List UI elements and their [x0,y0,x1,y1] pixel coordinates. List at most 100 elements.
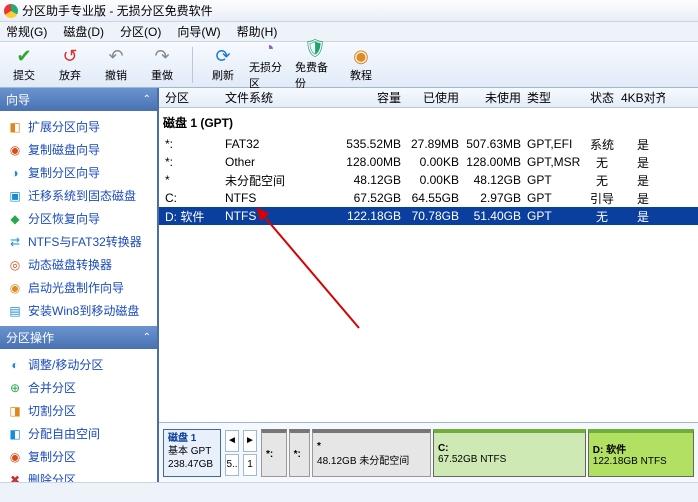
sidebar-item-icon: ◐ [8,358,22,372]
menu-item[interactable]: 分区(O) [120,23,161,40]
partition-table: 磁盘 1 (GPT) *:FAT32535.52MB27.89MB507.63M… [159,108,698,422]
table-row[interactable]: *未分配空间48.12GB0.00KB48.12GBGPT无是 [159,171,698,189]
toolbar-button[interactable]: ⟳刷新 [203,43,243,87]
segment-detail: 67.52GB NTFS [438,454,581,465]
table-cell: GPT,EFI [527,137,583,151]
diskmap-header[interactable]: 磁盘 1 基本 GPT 238.47GB [163,429,221,477]
table-cell: 0.00KB [407,155,465,169]
sidebar-item[interactable]: ◧分配自由空间 [0,422,157,445]
table-row[interactable]: C:NTFS67.52GB64.55GB2.97GBGPT引导是 [159,189,698,207]
sidebar-item-icon: ▣ [8,189,22,203]
segment-name: *: [266,449,282,460]
table-row[interactable]: *:FAT32535.52MB27.89MB507.63MBGPT,EFI系统是 [159,135,698,153]
diskmap-segment[interactable]: *: [289,429,310,477]
toolbar-button[interactable]: 🛡免费备份 [295,43,335,87]
toolbar-label: 撤销 [105,67,127,83]
table-cell: FAT32 [225,137,345,151]
column-header-cell[interactable]: 已使用 [407,89,465,106]
menu-item[interactable]: 磁盘(D) [63,23,104,40]
toolbar-button[interactable]: ◉教程 [341,43,381,87]
toolbar-icon: ◔ [264,39,275,57]
table-cell: NTFS [225,191,345,205]
table-cell: 无 [583,172,621,189]
toolbar-icon: ↷ [154,47,169,65]
sidebar-item[interactable]: ▣迁移系统到固态磁盘 [0,184,157,207]
table-cell: 是 [621,190,665,207]
table-cell: * [159,173,225,187]
segment-name: D: 软件 [593,441,689,456]
table-cell: *: [159,155,225,169]
sidebar-item[interactable]: ◑复制分区向导 [0,161,157,184]
sidebar-item[interactable]: ▤安装Win8到移动磁盘 [0,299,157,322]
sidebar-item-label: 复制分区 [28,448,76,465]
toolbar-icon: ⟳ [215,47,230,65]
table-cell: 引导 [583,190,621,207]
segment-detail: 122.18GB NTFS [593,456,689,467]
sidebar-item[interactable]: ◉启动光盘制作向导 [0,276,157,299]
diskmap-segment[interactable]: D: 软件122.18GB NTFS [588,429,694,477]
table-cell: NTFS [225,209,345,223]
toolbar-button[interactable]: ✔提交 [4,43,44,87]
column-header: 分区文件系统容量已使用未使用类型状态4KB对齐 [159,88,698,108]
diskmap-zoom[interactable]: 5.. [225,454,239,476]
sidebar-item[interactable]: ⊕合并分区 [0,376,157,399]
diskmap-segment[interactable]: *48.12GB 未分配空间 [312,429,431,477]
toolbar-button[interactable]: ◔无损分区 [249,43,289,87]
column-header-cell[interactable]: 类型 [527,89,583,106]
table-cell: *: [159,137,225,151]
table-cell: GPT [527,209,583,223]
diskmap-disk-title: 磁盘 1 [168,432,216,445]
diskmap-segment[interactable]: C:67.52GB NTFS [433,429,586,477]
column-header-cell[interactable]: 容量 [345,89,407,106]
sidebar-item-label: 分区恢复向导 [28,210,100,227]
sidebar-item[interactable]: ◎动态磁盘转换器 [0,253,157,276]
sidebar-item-icon: ⊕ [8,381,22,395]
table-cell: 48.12GB [345,173,407,187]
sidebar-item[interactable]: ◆分区恢复向导 [0,207,157,230]
diskmap-fit[interactable]: 1 [243,454,257,476]
segment-name: * [317,441,426,452]
toolbar-button[interactable]: ↺放弃 [50,43,90,87]
column-header-cell[interactable]: 4KB对齐 [621,89,665,106]
table-cell: 122.18GB [345,209,407,223]
sidebar-item[interactable]: ⇄NTFS与FAT32转换器 [0,230,157,253]
toolbar-label: 提交 [13,67,35,83]
panel-title: 分区操作 [6,329,54,346]
panel-header[interactable]: 向导⌃ [0,88,157,111]
table-cell: 是 [621,208,665,225]
panel-header[interactable]: 分区操作 ⌃ [0,326,157,349]
main-panel: 分区文件系统容量已使用未使用类型状态4KB对齐 磁盘 1 (GPT) *:FAT… [159,88,698,482]
sidebar-item-label: NTFS与FAT32转换器 [28,233,142,250]
sidebar-item[interactable]: ◨切割分区 [0,399,157,422]
sidebar-item[interactable]: ◉ 复制磁盘向导 [0,138,157,161]
menu-item[interactable]: 常规(G) [6,23,47,40]
menu-item[interactable]: 向导(W) [177,23,220,40]
table-cell: 51.40GB [465,209,527,223]
diskmap-disk-size: 238.47GB [168,458,216,471]
sidebar-item-icon: ◉ [8,143,22,157]
toolbar-label: 放弃 [59,67,81,83]
sidebar-item[interactable]: ✖删除分区 [0,468,157,482]
column-header-cell[interactable]: 文件系统 [225,89,345,106]
sidebar-item[interactable]: ◐ 调整/移动分区 [0,353,157,376]
chevron-up-icon: ⌃ [143,332,151,343]
column-header-cell[interactable]: 分区 [159,89,225,106]
panel-title: 向导 [6,91,30,108]
column-header-cell[interactable]: 未使用 [465,89,527,106]
diskmap-segment[interactable]: *: [261,429,287,477]
toolbar-separator [192,47,193,83]
table-row[interactable]: D: 软件NTFS122.18GB70.78GB51.40GBGPT无是 [159,207,698,225]
toolbar-button[interactable]: ↶撤销 [96,43,136,87]
table-cell: C: [159,191,225,205]
column-header-cell[interactable]: 状态 [583,89,621,106]
table-cell: 535.52MB [345,137,407,151]
table-row[interactable]: *:Other128.00MB0.00KB128.00MBGPT,MSR无是 [159,153,698,171]
diskmap-scroll-right[interactable]: ► [243,430,257,452]
toolbar-button[interactable]: ↷重做 [142,43,182,87]
sidebar-item[interactable]: ◧扩展分区向导 [0,115,157,138]
diskmap-scroll-left[interactable]: ◄ [225,430,239,452]
sidebar-item-label: 调整/移动分区 [28,356,103,373]
window-title: 分区助手专业版 - 无损分区免费软件 [22,2,213,19]
sidebar-item[interactable]: ◉复制分区 [0,445,157,468]
sidebar-item-label: 复制磁盘向导 [28,141,100,158]
